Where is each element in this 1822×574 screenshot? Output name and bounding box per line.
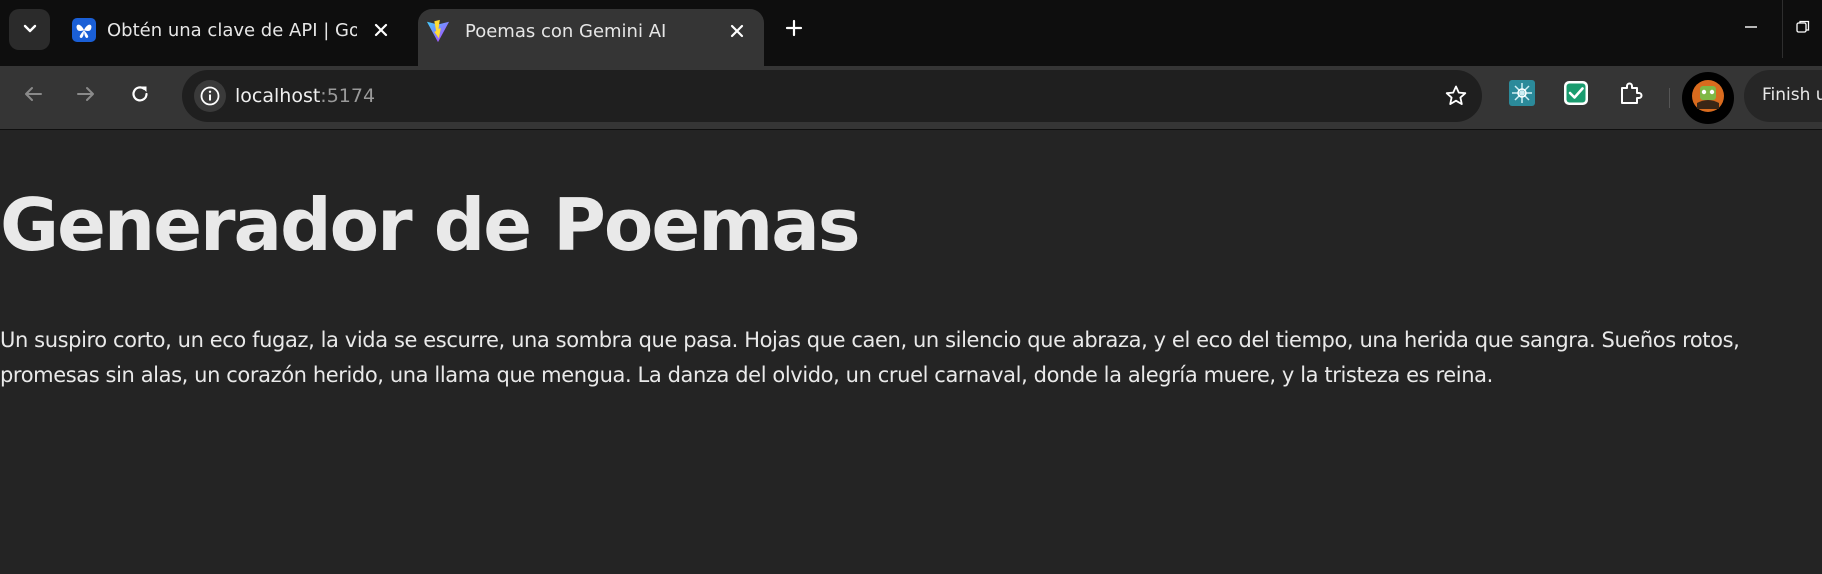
browser-toolbar: localhost:5174 Finish u xyxy=(0,66,1822,130)
url-port: :5174 xyxy=(320,85,376,107)
close-icon[interactable] xyxy=(370,19,392,41)
chevron-down-icon xyxy=(22,20,38,40)
puzzle-icon xyxy=(1618,80,1644,110)
close-icon[interactable] xyxy=(726,20,748,42)
butterfly-icon xyxy=(72,18,96,42)
minimize-icon xyxy=(1743,19,1759,39)
extension-button[interactable] xyxy=(1561,80,1591,110)
avatar-image-icon xyxy=(1691,79,1725,117)
page-content: Generador de Poemas Un suspiro corto, un… xyxy=(0,131,1822,574)
profile-sync-button[interactable]: Finish u xyxy=(1744,70,1822,122)
toolbar-divider xyxy=(1669,88,1670,108)
network-extension-icon xyxy=(1509,80,1535,110)
forward-button[interactable] xyxy=(66,76,106,116)
plus-icon xyxy=(785,19,803,41)
star-icon[interactable] xyxy=(1440,80,1472,112)
vite-icon xyxy=(426,19,450,43)
site-info-icon[interactable] xyxy=(194,80,226,112)
tab-api-key[interactable]: Obtén una clave de API | Google xyxy=(62,9,408,52)
maximize-button[interactable] xyxy=(1782,0,1822,58)
minimize-button[interactable] xyxy=(1722,0,1780,58)
tab-poemas[interactable]: Poemas con Gemini AI xyxy=(418,9,764,66)
url-host: localhost xyxy=(235,85,321,107)
arrow-left-icon xyxy=(22,83,44,109)
profile-avatar[interactable] xyxy=(1682,72,1734,124)
tab-search-button[interactable] xyxy=(9,9,50,50)
url-text[interactable]: localhost:5174 xyxy=(235,85,375,107)
checkbox-extension-icon xyxy=(1563,80,1589,110)
tab-title: Obtén una clave de API | Google xyxy=(107,20,357,41)
page-title: Generador de Poemas xyxy=(0,183,861,267)
tab-title: Poemas con Gemini AI xyxy=(465,21,667,42)
new-tab-button[interactable] xyxy=(774,10,814,50)
tab-strip: Obtén una clave de API | Google Poemas c… xyxy=(0,0,1822,66)
reload-button[interactable] xyxy=(120,76,160,116)
arrow-right-icon xyxy=(75,83,97,109)
poem-text: Un suspiro corto, un eco fugaz, la vida … xyxy=(0,328,1740,387)
restore-icon xyxy=(1795,19,1811,39)
extensions-menu-button[interactable] xyxy=(1616,80,1646,110)
address-bar[interactable]: localhost:5174 xyxy=(182,70,1482,122)
back-button[interactable] xyxy=(13,76,53,116)
extension-button[interactable] xyxy=(1507,80,1537,110)
reload-icon xyxy=(129,83,151,109)
